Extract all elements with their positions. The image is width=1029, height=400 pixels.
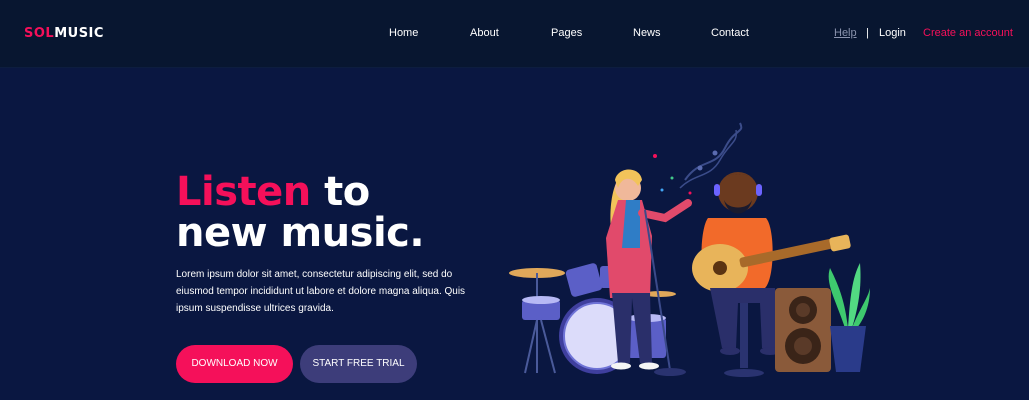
- hero-title-accent: Listen: [176, 169, 311, 215]
- nav-item-home[interactable]: Home: [389, 27, 418, 39]
- login-link[interactable]: Login: [879, 27, 906, 39]
- plant-icon: [828, 263, 870, 372]
- brand-logo[interactable]: SOLMUSIC: [24, 26, 104, 41]
- download-now-button[interactable]: DOWNLOAD NOW: [176, 345, 293, 383]
- nav-item-about[interactable]: About: [470, 27, 499, 39]
- hero-description: Lorem ipsum dolor sit amet, consectetur …: [176, 269, 466, 314]
- create-account-link[interactable]: Create an account: [923, 27, 1013, 39]
- brand-logo-accent: SOL: [24, 26, 55, 41]
- singer-figure: [606, 169, 692, 376]
- speaker-icon: [775, 288, 831, 372]
- hero-title-line2: new music.: [176, 210, 425, 256]
- hero-title-line1-rest: to: [310, 169, 370, 215]
- brand-logo-rest: MUSIC: [54, 26, 104, 41]
- start-free-trial-button[interactable]: START FREE TRIAL: [300, 345, 417, 383]
- nav-item-news[interactable]: News: [633, 27, 661, 39]
- hero-title: Listen to new music.: [176, 169, 425, 256]
- site-header: SOLMUSIC Home About Pages News Contact H…: [0, 0, 1029, 68]
- nav-item-pages[interactable]: Pages: [551, 27, 582, 39]
- band-illustration: [509, 122, 870, 377]
- nav-separator: |: [866, 27, 869, 39]
- nav-item-contact[interactable]: Contact: [711, 27, 749, 39]
- help-link[interactable]: Help: [834, 27, 857, 39]
